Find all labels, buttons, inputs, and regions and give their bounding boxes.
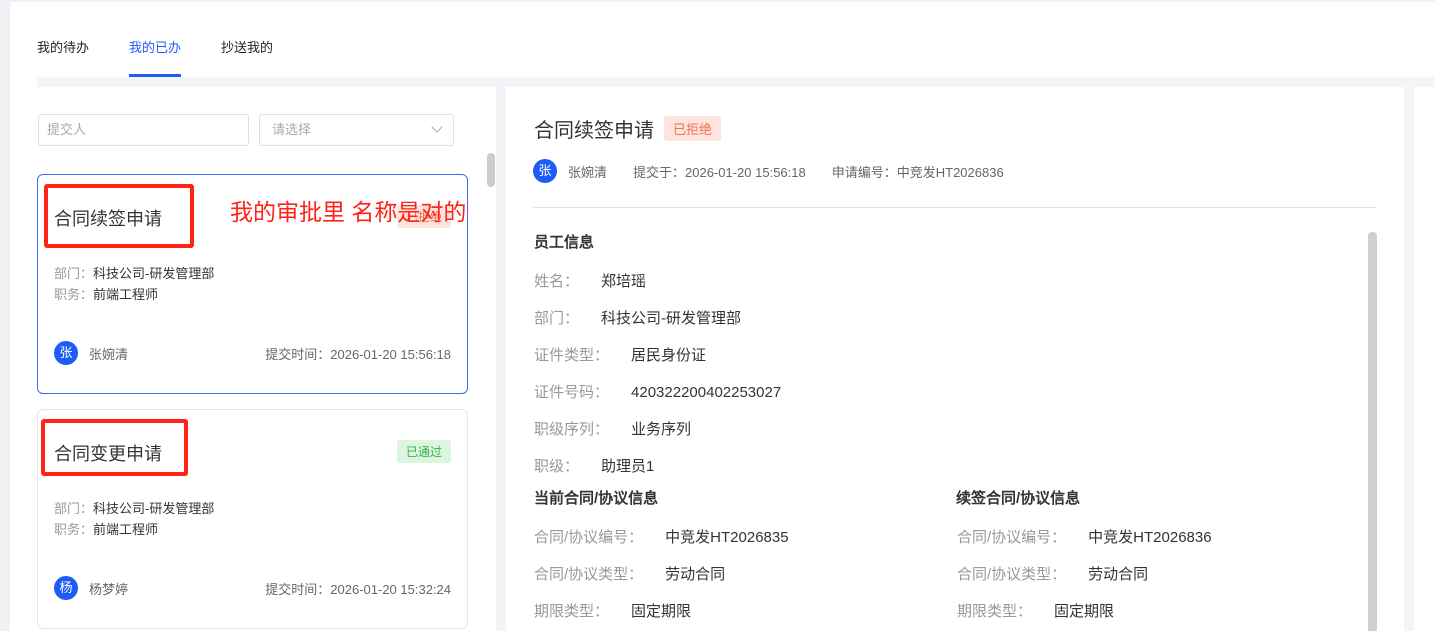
card-footer: 杨 杨梦婷 提交时间：2026-01-20 15:32:24 (54, 576, 451, 600)
avatar: 张 (533, 159, 557, 183)
divider (533, 207, 1377, 208)
field-row: 部门： 科技公司-研发管理部 (534, 307, 741, 328)
tab-cc-me[interactable]: 抄送我的 (221, 38, 273, 77)
field-row: 证件号码： 420322200402253027 (534, 381, 781, 402)
field-label: 证件类型： (534, 347, 610, 364)
section-current-contract: 当前合同/协议信息 (534, 490, 659, 507)
submit-time: 提交时间：2026-01-20 15:32:24 (265, 581, 451, 597)
field-label: 期限类型： (534, 603, 610, 620)
section-renew-contract: 续签合同/协议信息 (956, 490, 1081, 507)
list-scrollbar[interactable] (487, 153, 495, 187)
field-value: 固定期限 (1054, 603, 1115, 620)
field-row: 合同/协议类型： 劳动合同 (957, 563, 1148, 584)
field-row: 合同/协议编号： 中竞发HT2026836 (957, 526, 1212, 547)
submitter-input[interactable]: 提交人 (38, 114, 249, 146)
divider (496, 87, 506, 631)
status-select[interactable]: 请选择 (259, 114, 454, 146)
approval-list-panel: 提交人 请选择 合同续签申请 已拒绝 部门：科技公司-研发管理部 职务：前端工程… (37, 87, 496, 631)
annotation-note: 我的审批里 名称是对的 (230, 199, 467, 225)
card-dept: 部门：科技公司-研发管理部 (54, 501, 215, 516)
field-value: 420322200402253027 (631, 384, 782, 401)
field-value: 郑培瑶 (601, 273, 647, 290)
page-edge (0, 0, 10, 631)
field-value: 中竞发HT2026835 (665, 529, 789, 546)
card-footer: 张 张婉清 提交时间：2026-01-20 15:56:18 (54, 341, 451, 365)
submitter-name: 杨梦婷 (89, 581, 129, 597)
field-value: 助理员1 (601, 458, 655, 475)
field-row: 职级： 助理员1 (534, 455, 654, 476)
tab-my-todo[interactable]: 我的待办 (37, 38, 89, 77)
field-label: 合同/协议编号： (534, 529, 644, 546)
field-label: 合同/协议类型： (957, 566, 1067, 583)
annotation-box (44, 184, 194, 248)
section-employee: 员工信息 (534, 234, 595, 251)
field-value: 居民身份证 (631, 347, 707, 364)
field-value: 劳动合同 (1088, 566, 1149, 583)
field-label: 职级： (534, 458, 580, 475)
field-label: 合同/协议编号： (957, 529, 1067, 546)
submit-time: 提交时间：2026-01-20 15:56:18 (265, 346, 451, 362)
field-row: 姓名： 郑培瑶 (534, 270, 646, 291)
placeholder: 请选择 (272, 122, 312, 137)
detail-scrollbar[interactable] (1368, 232, 1377, 631)
application-number: 申请编号：中竞发HT2026836 (831, 164, 1004, 180)
field-label: 姓名： (534, 273, 580, 290)
card-dept: 部门：科技公司-研发管理部 (54, 266, 215, 281)
field-label: 期限类型： (957, 603, 1033, 620)
divider (1404, 87, 1414, 631)
card-job: 职务：前端工程师 (54, 287, 159, 302)
field-row: 期限类型： 固定期限 (957, 600, 1114, 621)
submitter-name: 张婉清 (89, 346, 129, 362)
field-value: 业务序列 (631, 421, 692, 438)
page-top-edge (0, 0, 1434, 2)
field-value: 科技公司-研发管理部 (601, 310, 742, 327)
field-row: 期限类型： 固定期限 (534, 600, 691, 621)
divider (37, 77, 1434, 87)
chevron-down-icon (431, 121, 443, 133)
field-label: 合同/协议类型： (534, 566, 644, 583)
field-label: 证件号码： (534, 384, 610, 401)
field-row: 证件类型： 居民身份证 (534, 344, 706, 365)
avatar: 杨 (54, 576, 78, 600)
page-title: 合同续签申请 (534, 120, 654, 142)
field-value: 劳动合同 (665, 566, 726, 583)
card-job: 职务：前端工程师 (54, 522, 159, 537)
field-label: 职级序列： (534, 421, 610, 438)
field-row: 合同/协议类型： 劳动合同 (534, 563, 725, 584)
submit-time: 提交于：2026-01-20 15:56:18 (633, 164, 806, 180)
field-row: 合同/协议编号： 中竞发HT2026835 (534, 526, 789, 547)
status-badge: 已通过 (396, 440, 451, 463)
detail-panel: 合同续签申请 已拒绝 张 张婉清 提交于：2026-01-20 15:56:18… (506, 87, 1404, 631)
field-value: 中竞发HT2026836 (1088, 529, 1212, 546)
field-value: 固定期限 (631, 603, 692, 620)
placeholder: 提交人 (47, 122, 87, 137)
submitter-name: 张婉清 (568, 164, 608, 180)
status-badge: 已拒绝 (664, 116, 722, 141)
detail-title: 合同续签申请 已拒绝 (534, 114, 722, 143)
avatar: 张 (54, 341, 78, 365)
field-row: 职级序列： 业务序列 (534, 418, 691, 439)
field-label: 部门： (534, 310, 580, 327)
tab-my-done[interactable]: 我的已办 (129, 38, 182, 77)
annotation-box (41, 419, 188, 476)
detail-meta: 张 张婉清 提交于：2026-01-20 15:56:18 申请编号：中竞发HT… (533, 159, 1030, 183)
tab-bar: 我的待办 我的已办 抄送我的 (37, 38, 273, 77)
